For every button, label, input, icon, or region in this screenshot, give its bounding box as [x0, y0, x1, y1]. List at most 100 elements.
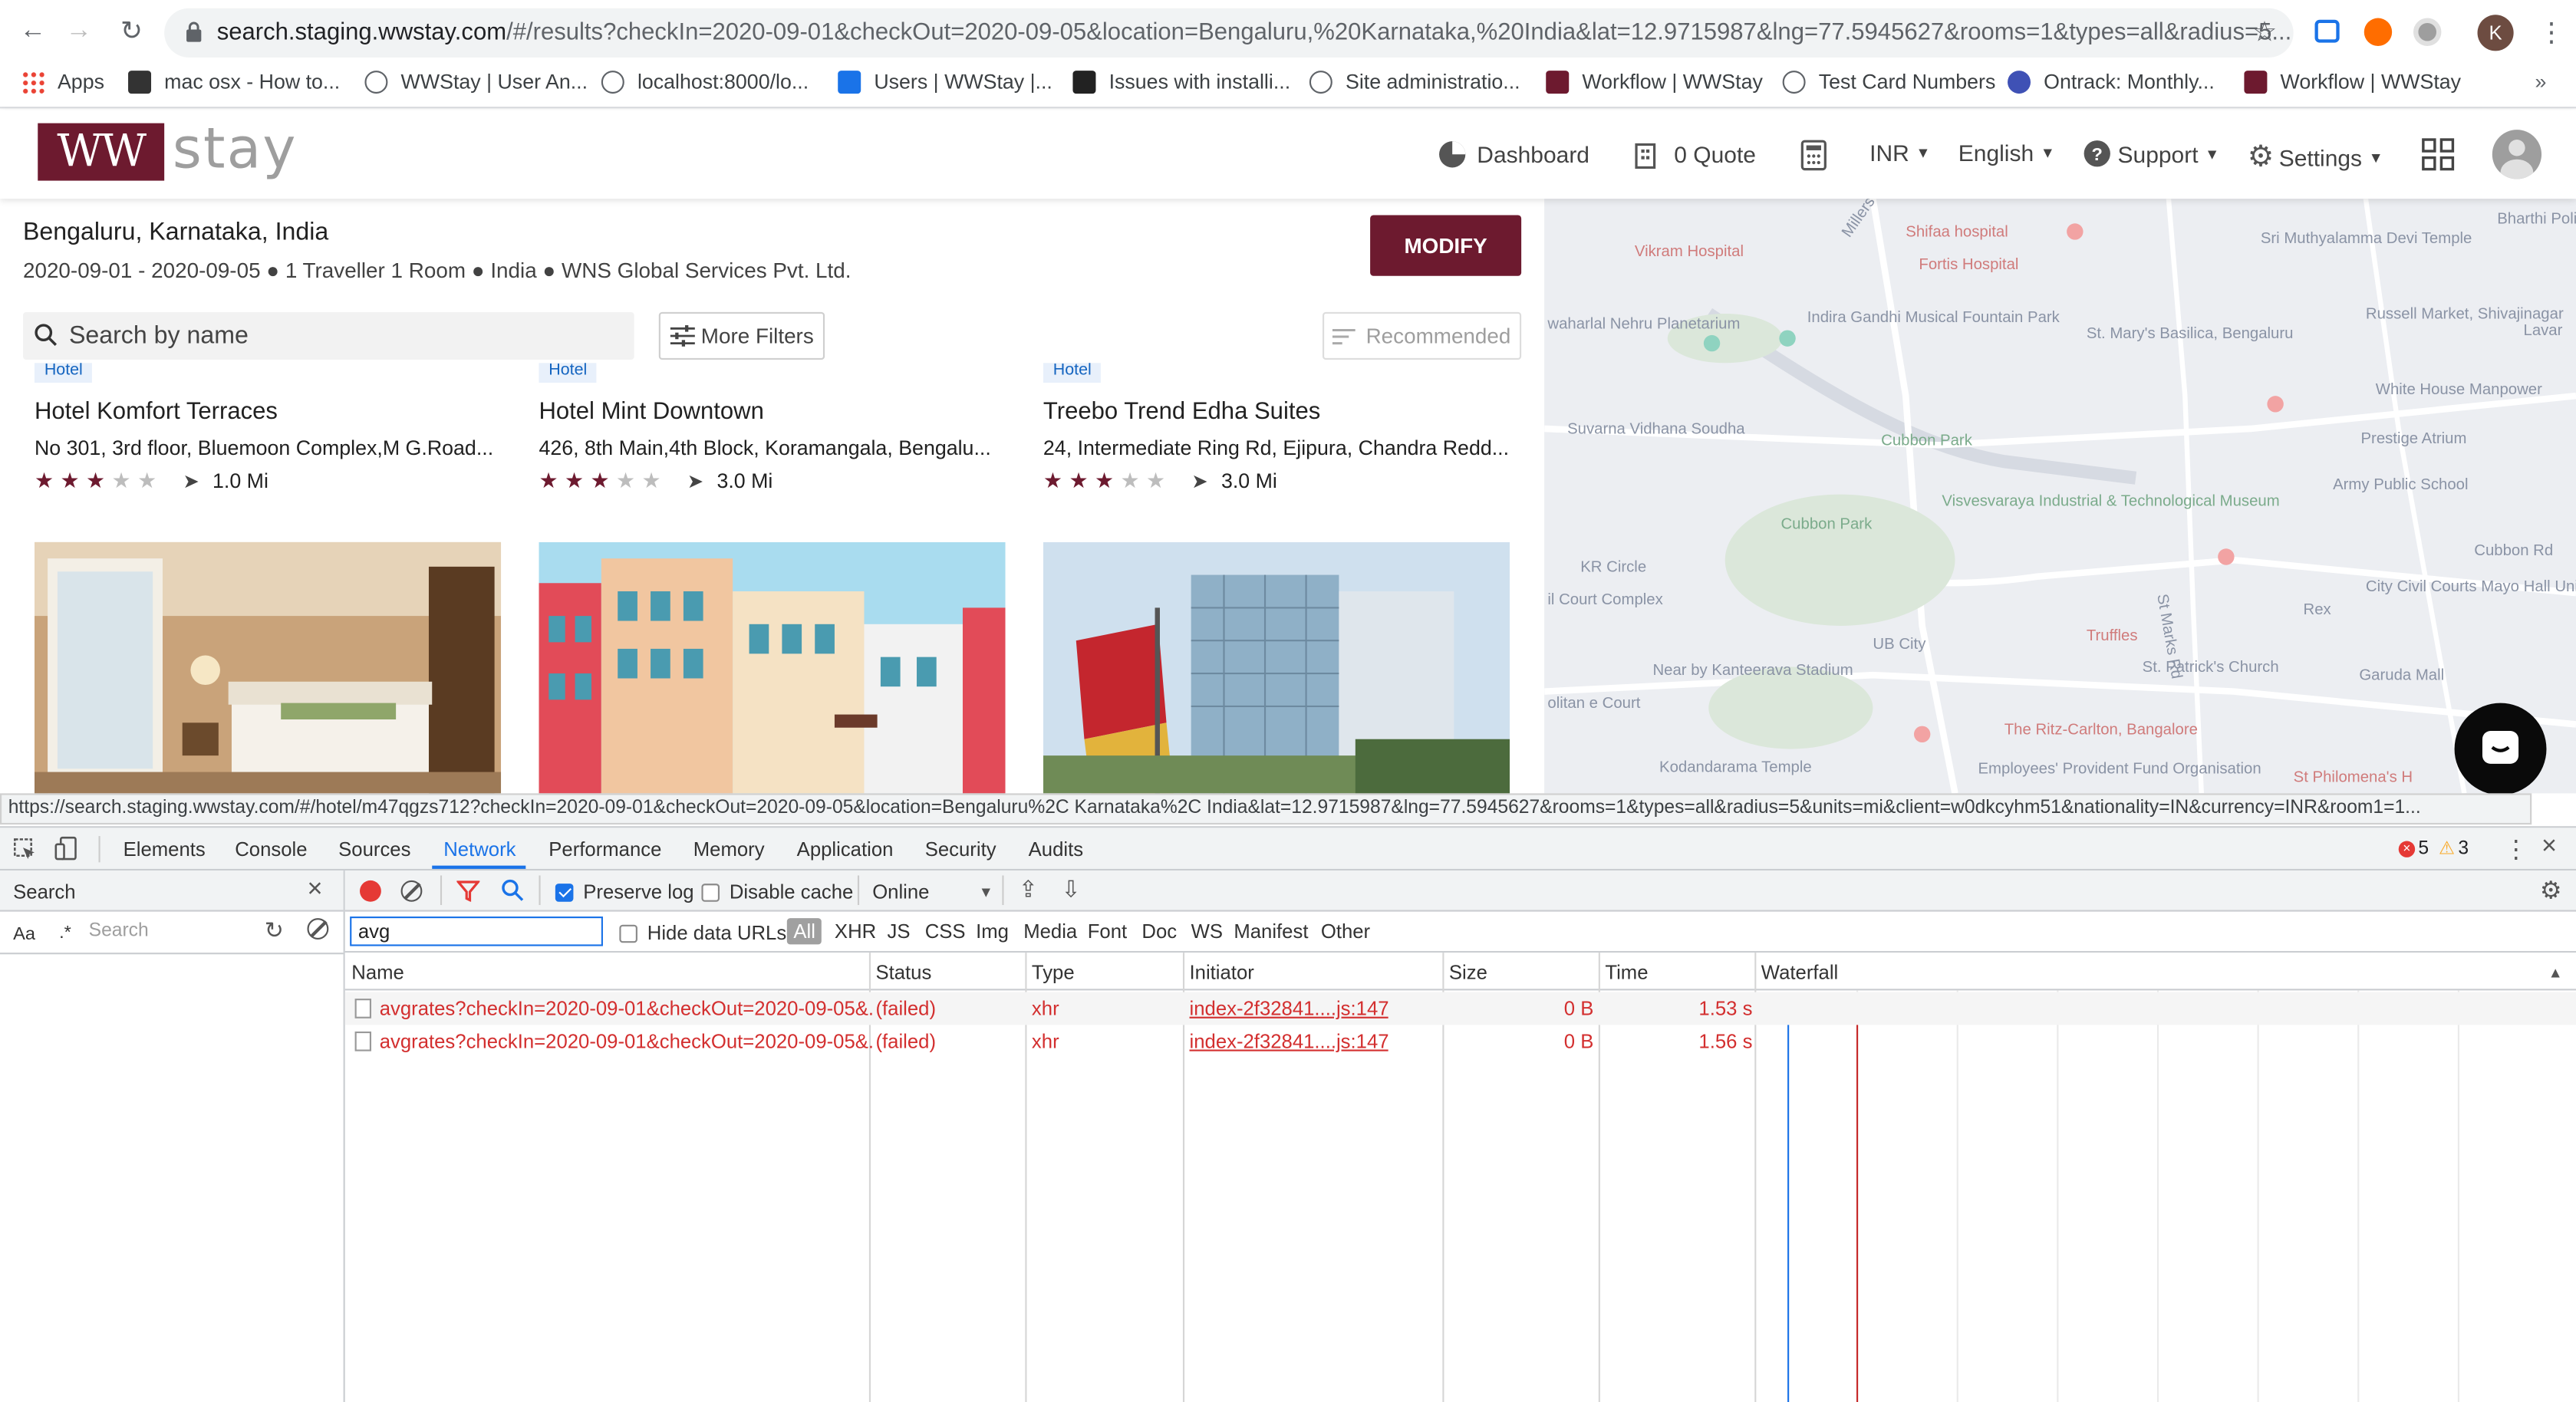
record-icon[interactable] — [360, 880, 381, 902]
column-header-name[interactable]: Name — [351, 961, 404, 984]
export-har-icon[interactable]: ⇩ — [1061, 875, 1080, 903]
bookmark-item[interactable]: Ontrack: Monthly... — [2008, 71, 2215, 94]
nav-dashboard[interactable]: Dashboard — [1438, 140, 1589, 169]
request-name[interactable]: avgrates?checkIn=2020-09-01&checkOut=202… — [380, 1030, 872, 1053]
tab-elements[interactable]: Elements — [124, 838, 206, 861]
settings-dropdown[interactable]: ⚙ Settings ▼ — [2248, 140, 2383, 174]
bookmark-item[interactable]: mac osx - How to... — [128, 71, 340, 94]
browser-menu-icon[interactable]: ⋮ — [2538, 16, 2564, 49]
tab-audits[interactable]: Audits — [1029, 838, 1083, 861]
tab-console[interactable]: Console — [235, 838, 307, 861]
extension-icon[interactable] — [2314, 19, 2340, 43]
table-row[interactable]: avgrates?checkIn=2020-09-01&checkOut=202… — [344, 992, 2576, 1025]
column-header-size[interactable]: Size — [1449, 961, 1487, 984]
type-filter-img[interactable]: Img — [976, 920, 1009, 943]
forward-arrow-icon[interactable]: → — [62, 15, 95, 48]
bookmark-item[interactable]: Users | WWStay |... — [838, 71, 1052, 94]
clear-log-icon[interactable] — [400, 880, 423, 902]
tab-security[interactable]: Security — [925, 838, 996, 861]
type-filter-other[interactable]: Other — [1321, 920, 1370, 943]
type-filter-js[interactable]: JS — [887, 920, 910, 943]
preserve-log-checkbox[interactable]: Preserve log — [555, 880, 694, 903]
column-header-status[interactable]: Status — [875, 961, 931, 984]
type-filter-all[interactable]: All — [786, 918, 822, 945]
reload-icon[interactable]: ↻ — [115, 15, 148, 48]
type-filter-css[interactable]: CSS — [925, 920, 966, 943]
inspect-element-icon[interactable] — [13, 838, 36, 861]
bookmark-apps[interactable]: Apps — [21, 71, 104, 94]
more-filters-button[interactable]: More Filters — [658, 311, 825, 360]
network-filter-input[interactable]: avg — [350, 917, 603, 946]
logo-ww[interactable]: WW — [38, 123, 165, 181]
column-header-type[interactable]: Type — [1032, 961, 1075, 984]
regex-toggle[interactable]: .* — [59, 923, 71, 943]
extension-gray-icon[interactable] — [2413, 18, 2442, 46]
throttling-select[interactable]: Online ▼ — [872, 880, 993, 903]
table-row[interactable]: avgrates?checkIn=2020-09-01&checkOut=202… — [345, 1025, 2576, 1058]
tab-sources[interactable]: Sources — [338, 838, 410, 861]
bookmark-item[interactable]: Site administratio... — [1309, 71, 1520, 94]
hotel-image[interactable] — [539, 541, 1006, 794]
bookmark-item[interactable]: Test Card Numbers — [1782, 71, 1995, 94]
bookmarks-overflow-icon[interactable]: » — [2535, 71, 2546, 94]
logo-stay[interactable]: stay — [173, 117, 298, 183]
hotel-name[interactable]: Hotel Komfort Terraces — [35, 399, 278, 425]
request-initiator[interactable]: index-2f32841....js:147 — [1190, 997, 1389, 1020]
device-toolbar-icon[interactable] — [54, 836, 79, 861]
refresh-icon[interactable]: ↻ — [265, 917, 284, 944]
issue-counters[interactable]: × 5 ⚠ 3 — [2398, 838, 2469, 859]
hotel-name[interactable]: Treebo Trend Edha Suites — [1043, 399, 1320, 425]
tab-network[interactable]: Network — [443, 838, 516, 861]
type-filter-xhr[interactable]: XHR — [835, 920, 876, 943]
support-dropdown[interactable]: ? Support ▼ — [2084, 140, 2219, 167]
filter-icon[interactable] — [456, 880, 480, 902]
bookmark-item[interactable]: Workflow | WWStay — [2244, 71, 2461, 94]
tab-memory[interactable]: Memory — [693, 838, 765, 861]
devtools-menu-icon[interactable]: ⋮ — [2504, 834, 2528, 864]
language-dropdown[interactable]: English ▼ — [1958, 140, 2055, 166]
clear-icon[interactable] — [307, 918, 329, 940]
disable-cache-checkbox[interactable]: Disable cache — [701, 880, 853, 903]
tab-application[interactable]: Application — [797, 838, 894, 861]
bookmark-item[interactable]: WWStay | User An... — [364, 71, 588, 94]
hotel-image[interactable] — [34, 541, 502, 794]
bookmark-star-icon[interactable]: ☆ — [2252, 16, 2278, 49]
map-view[interactable]: Shifaa hospital Vikram Hospital Fortis H… — [1544, 199, 2576, 794]
column-header-waterfall[interactable]: Waterfall — [1761, 961, 1838, 984]
tab-performance[interactable]: Performance — [548, 838, 661, 861]
search-icon[interactable] — [501, 879, 524, 902]
import-har-icon[interactable]: ⇪ — [1019, 875, 1038, 903]
profile-avatar[interactable]: K — [2477, 15, 2514, 51]
hotel-image[interactable] — [1043, 541, 1510, 794]
address-bar[interactable]: search.staging.wwstay.com/#/results?chec… — [164, 8, 2294, 58]
type-filter-doc[interactable]: Doc — [1141, 920, 1177, 943]
request-name[interactable]: avgrates?checkIn=2020-09-01&checkOut=202… — [380, 997, 872, 1020]
close-devtools-icon[interactable]: × — [2541, 833, 2557, 863]
type-filter-ws[interactable]: WS — [1191, 920, 1223, 943]
match-case-toggle[interactable]: Aa — [13, 925, 35, 945]
nav-quote[interactable]: 0 Quote — [1635, 140, 1756, 169]
calculator-icon[interactable] — [1800, 140, 1827, 171]
back-arrow-icon[interactable]: ← — [16, 15, 49, 48]
modify-button[interactable]: MODIFY — [1370, 215, 1522, 276]
user-avatar[interactable] — [2492, 130, 2542, 179]
network-settings-gear-icon[interactable]: ⚙ — [2540, 875, 2562, 905]
bookmark-item[interactable]: localhost:8000/lo... — [601, 71, 809, 94]
type-filter-font[interactable]: Font — [1088, 920, 1127, 943]
column-header-time[interactable]: Time — [1605, 961, 1648, 984]
sort-dropdown[interactable]: Recommended — [1322, 311, 1522, 360]
drawer-search-input[interactable]: Search — [82, 918, 256, 948]
apps-grid-icon[interactable] — [2422, 138, 2455, 171]
request-initiator[interactable]: index-2f32841....js:147 — [1190, 1030, 1389, 1053]
hide-data-urls-checkbox[interactable]: Hide data URLs — [619, 921, 786, 944]
hotel-name[interactable]: Hotel Mint Downtown — [539, 399, 763, 425]
close-search-icon[interactable]: × — [307, 875, 322, 905]
type-filter-media[interactable]: Media — [1023, 920, 1077, 943]
extension-orange-icon[interactable] — [2364, 18, 2393, 46]
chat-launcher-button[interactable] — [2454, 703, 2547, 795]
column-header-initiator[interactable]: Initiator — [1190, 961, 1254, 984]
hotel-search-input[interactable]: Search by name — [22, 311, 634, 360]
bookmark-item[interactable]: Workflow | WWStay — [1546, 71, 1763, 94]
bookmark-item[interactable]: Issues with installi... — [1072, 71, 1290, 94]
type-filter-manifest[interactable]: Manifest — [1234, 920, 1308, 943]
